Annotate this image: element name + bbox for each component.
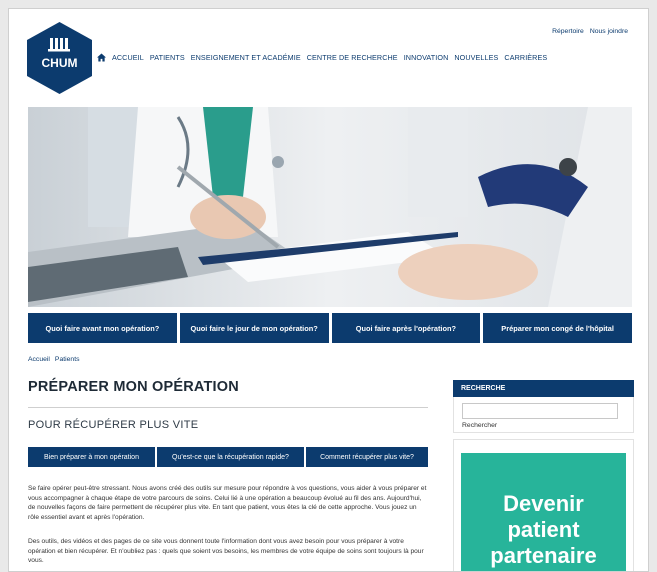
promo-patient-partenaire[interactable]: Devenir patient partenaire [461, 453, 626, 571]
main-nav: ACCUEIL PATIENTS ENSEIGNEMENT ET ACADÉMI… [97, 53, 547, 62]
logo-text: CHUM [42, 56, 78, 70]
nav-accueil[interactable]: ACCUEIL [112, 53, 144, 62]
intro-paragraph: Se faire opérer peut-être stressant. Nou… [28, 485, 427, 521]
promo-line-1: Devenir [503, 491, 584, 516]
nav-patients[interactable]: PATIENTS [150, 53, 185, 62]
nav-innovation[interactable]: INNOVATION [404, 53, 449, 62]
tab-bien-preparer[interactable]: Bien préparer à mon opération [28, 447, 155, 467]
home-icon[interactable] [97, 53, 106, 62]
link-repertoire[interactable]: Répertoire [552, 28, 584, 35]
nav-nouvelles[interactable]: NOUVELLES [454, 53, 498, 62]
page-frame: CHUM Répertoire Nous joindre ACCUEIL PAT… [8, 8, 649, 572]
page-title: PRÉPARER MON OPÉRATION [28, 379, 239, 395]
step-tiles: Quoi faire avant mon opération? Quoi fai… [28, 313, 632, 343]
search-heading: RECHERCHE [453, 380, 634, 397]
promo-line-3: partenaire [490, 543, 597, 568]
tab-recuperer-plus-vite[interactable]: Comment récupérer plus vite? [306, 447, 428, 467]
search-button[interactable]: Rechercher [462, 422, 497, 429]
nav-enseignement[interactable]: ENSEIGNEMENT ET ACADÉMIE [191, 53, 301, 62]
section-title: POUR RÉCUPÉRER PLUS VITE [28, 419, 199, 431]
search-input[interactable] [462, 403, 618, 419]
breadcrumb: Accueil Patients [28, 356, 79, 363]
tab-recuperation-rapide[interactable]: Qu'est-ce que la récupération rapide? [157, 447, 304, 467]
tools-paragraph: Des outils, des vidéos et des pages de c… [28, 538, 424, 565]
hero-image [28, 107, 632, 307]
utility-links: Répertoire Nous joindre [552, 28, 628, 35]
search-box: Rechercher [453, 397, 634, 433]
nav-carrieres[interactable]: CARRIÈRES [504, 53, 547, 62]
breadcrumb-accueil[interactable]: Accueil [28, 356, 50, 363]
promo-card: Devenir patient partenaire [453, 439, 634, 571]
divider [28, 407, 428, 408]
tile-apres-operation[interactable]: Quoi faire après l'opération? [331, 313, 481, 343]
subtabs: Bien préparer à mon opération Qu'est-ce … [28, 447, 428, 467]
breadcrumb-patients[interactable]: Patients [55, 356, 80, 363]
promo-line-2: patient [507, 517, 580, 542]
nav-centre-recherche[interactable]: CENTRE DE RECHERCHE [307, 53, 398, 62]
link-nous-joindre[interactable]: Nous joindre [590, 28, 628, 35]
chum-logo[interactable]: CHUM [27, 22, 92, 94]
tile-conge-hopital[interactable]: Préparer mon congé de l'hôpital [483, 313, 632, 343]
tile-avant-operation[interactable]: Quoi faire avant mon opération? [28, 313, 177, 343]
tile-jour-operation[interactable]: Quoi faire le jour de mon opération? [179, 313, 329, 343]
